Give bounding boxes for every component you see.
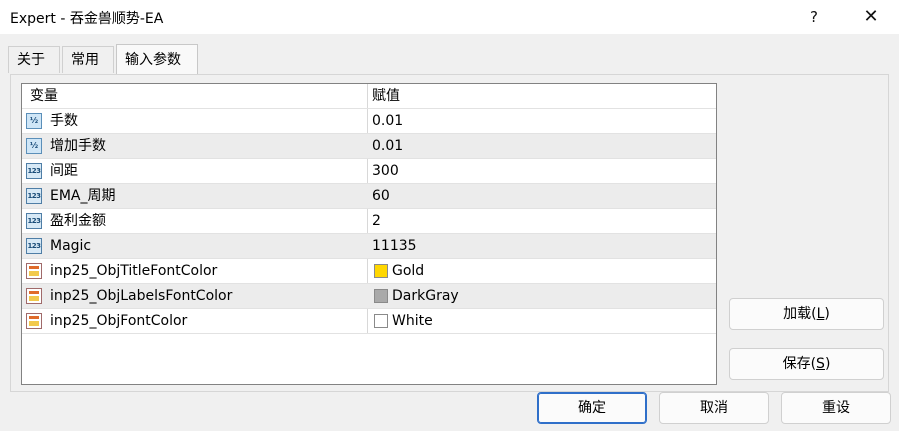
tab-about[interactable]: 关于 [8, 46, 60, 73]
param-name: 间距 [50, 163, 78, 179]
load-label: 加载( [783, 306, 817, 322]
param-name: inp25_ObjFontColor [50, 313, 188, 329]
table-row[interactable]: ½ 增加手数 0.01 [22, 134, 716, 159]
parameters-grid: 变量 赋值 ½ 手数 0.01 ½ 增加手数 0.01 123 间距 300 1… [21, 83, 717, 385]
title-bar: Expert - 吞金兽顺势-EA ? ✕ [0, 0, 899, 34]
param-value[interactable]: White [392, 309, 433, 333]
tab-inputs[interactable]: 输入参数 [116, 44, 198, 74]
param-value[interactable]: 0.01 [372, 109, 403, 133]
grid-header: 变量 赋值 [22, 84, 716, 109]
table-row[interactable]: 123 Magic 11135 [22, 234, 716, 259]
header-value: 赋值 [372, 88, 400, 104]
param-name: 盈利金额 [50, 213, 106, 229]
param-name: 手数 [50, 113, 78, 129]
param-value[interactable]: Gold [392, 259, 424, 283]
color-icon [26, 263, 42, 279]
color-swatch[interactable] [374, 289, 388, 303]
close-button[interactable]: ✕ [860, 6, 882, 28]
integer-icon: 123 [26, 213, 42, 229]
param-name: inp25_ObjLabelsFontColor [50, 288, 233, 304]
load-label-end: ) [824, 306, 830, 322]
table-row[interactable]: inp25_ObjTitleFontColor Gold [22, 259, 716, 284]
param-value[interactable]: DarkGray [392, 284, 459, 308]
integer-icon: 123 [26, 188, 42, 204]
param-name: EMA_周期 [50, 188, 116, 204]
header-variable: 变量 [30, 88, 58, 104]
window-title: Expert - 吞金兽顺势-EA [10, 11, 164, 27]
fraction-icon: ½ [26, 113, 42, 129]
param-name: inp25_ObjTitleFontColor [50, 263, 218, 279]
param-value[interactable]: 0.01 [372, 134, 403, 158]
save-label: 保存( [782, 356, 817, 372]
param-value[interactable]: 2 [372, 209, 381, 233]
color-icon [26, 288, 42, 304]
tab-common[interactable]: 常用 [62, 46, 114, 73]
table-row[interactable]: 123 盈利金额 2 [22, 209, 716, 234]
param-value[interactable]: 60 [372, 184, 390, 208]
param-value[interactable]: 11135 [372, 234, 417, 258]
table-row[interactable]: inp25_ObjFontColor White [22, 309, 716, 334]
table-row[interactable]: ½ 手数 0.01 [22, 109, 716, 134]
save-button[interactable]: 保存(S) [729, 348, 884, 380]
fraction-icon: ½ [26, 138, 42, 154]
color-icon [26, 313, 42, 329]
save-label-end: ) [824, 356, 831, 372]
param-name: 增加手数 [50, 138, 106, 154]
table-row[interactable]: 123 EMA_周期 60 [22, 184, 716, 209]
cancel-button[interactable]: 取消 [659, 392, 769, 424]
load-button[interactable]: 加载(L) [729, 298, 884, 330]
table-row[interactable]: 123 间距 300 [22, 159, 716, 184]
param-value[interactable]: 300 [372, 159, 399, 183]
integer-icon: 123 [26, 163, 42, 179]
color-swatch[interactable] [374, 314, 388, 328]
color-swatch[interactable] [374, 264, 388, 278]
reset-button[interactable]: 重设 [781, 392, 891, 424]
integer-icon: 123 [26, 238, 42, 254]
param-name: Magic [50, 238, 92, 254]
ok-button[interactable]: 确定 [537, 392, 647, 424]
help-button[interactable]: ? [803, 6, 825, 28]
save-shortcut: S [816, 356, 825, 372]
table-row[interactable]: inp25_ObjLabelsFontColor DarkGray [22, 284, 716, 309]
